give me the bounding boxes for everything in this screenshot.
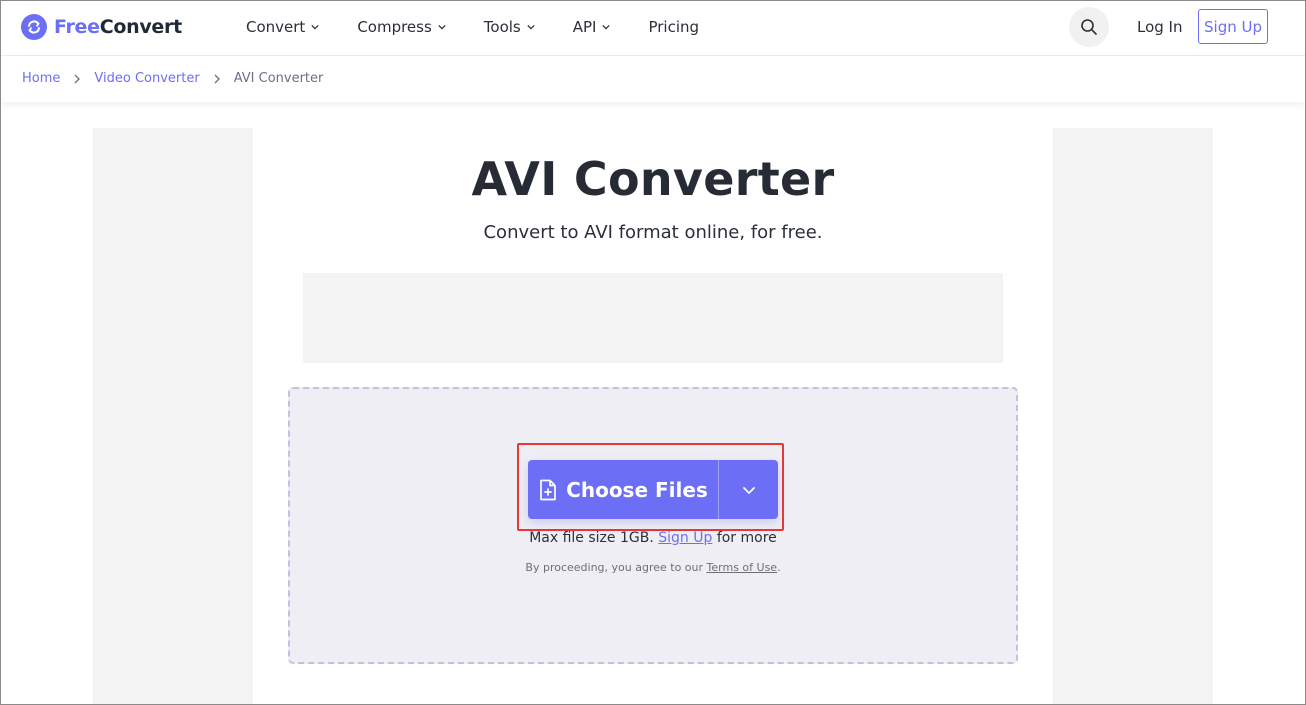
choose-files-button-group: Choose Files (528, 460, 778, 519)
chevron-down-icon (742, 486, 755, 494)
logo-text: FreeConvert (54, 16, 182, 38)
breadcrumb-home[interactable]: Home (22, 71, 60, 86)
page-title: AVI Converter (471, 152, 835, 206)
breadcrumb: Home Video Converter AVI Converter (22, 71, 323, 86)
max-file-size-suffix: for more (716, 530, 777, 546)
signup-link[interactable]: Sign Up (658, 530, 712, 546)
terms-of-use-link[interactable]: Terms of Use (707, 561, 778, 574)
breadcrumb-video-converter[interactable]: Video Converter (94, 71, 199, 86)
nav-convert[interactable]: Convert (246, 18, 319, 36)
terms-text: By proceeding, you agree to our (525, 561, 704, 574)
max-file-size-text: Max file size 1GB. (529, 530, 654, 546)
nav-api[interactable]: API (573, 18, 611, 36)
refresh-logo-icon (21, 14, 47, 40)
site-header: FreeConvert Convert Compress Tools API P… (1, 1, 1305, 56)
browser-frame: FreeConvert Convert Compress Tools API P… (0, 0, 1306, 705)
login-link[interactable]: Log In (1137, 18, 1183, 36)
file-add-icon (540, 479, 557, 500)
main-nav: Convert Compress Tools API Pricing (246, 1, 737, 53)
chevron-down-icon (438, 24, 446, 30)
max-file-size-note: Max file size 1GB. Sign Up for more (288, 530, 1018, 546)
nav-tools[interactable]: Tools (484, 18, 535, 36)
chevron-right-icon (214, 74, 220, 83)
choose-files-label: Choose Files (566, 477, 708, 502)
terms-suffix: . (777, 561, 781, 574)
search-button[interactable] (1069, 7, 1109, 47)
choose-files-button[interactable]: Choose Files (528, 460, 718, 519)
nav-compress[interactable]: Compress (357, 18, 446, 36)
chevron-right-icon (74, 74, 81, 83)
signup-button[interactable]: Sign Up (1198, 9, 1268, 44)
right-ad-slot (1053, 128, 1213, 704)
terms-note: By proceeding, you agree to our Terms of… (288, 561, 1018, 574)
left-ad-slot (93, 128, 253, 704)
nav-tools-label: Tools (483, 18, 521, 36)
nav-pricing-label: Pricing (648, 18, 700, 36)
freeconvert-logo[interactable]: FreeConvert (21, 14, 182, 40)
chevron-down-icon (602, 24, 611, 30)
nav-api-label: API (572, 18, 597, 36)
chevron-down-icon (311, 24, 319, 30)
page-subtitle: Convert to AVI format online, for free. (483, 222, 823, 243)
nav-pricing[interactable]: Pricing (648, 18, 699, 36)
main-content: AVI Converter Convert to AVI format onli… (1, 102, 1305, 704)
breadcrumb-bar: Home Video Converter AVI Converter (1, 56, 1305, 102)
chevron-down-icon (527, 24, 535, 30)
nav-convert-label: Convert (246, 18, 306, 36)
search-icon (1081, 19, 1097, 35)
upload-source-dropdown[interactable] (719, 460, 778, 519)
nav-compress-label: Compress (357, 18, 432, 36)
top-ad-banner (303, 273, 1003, 363)
breadcrumb-current: AVI Converter (233, 71, 324, 86)
